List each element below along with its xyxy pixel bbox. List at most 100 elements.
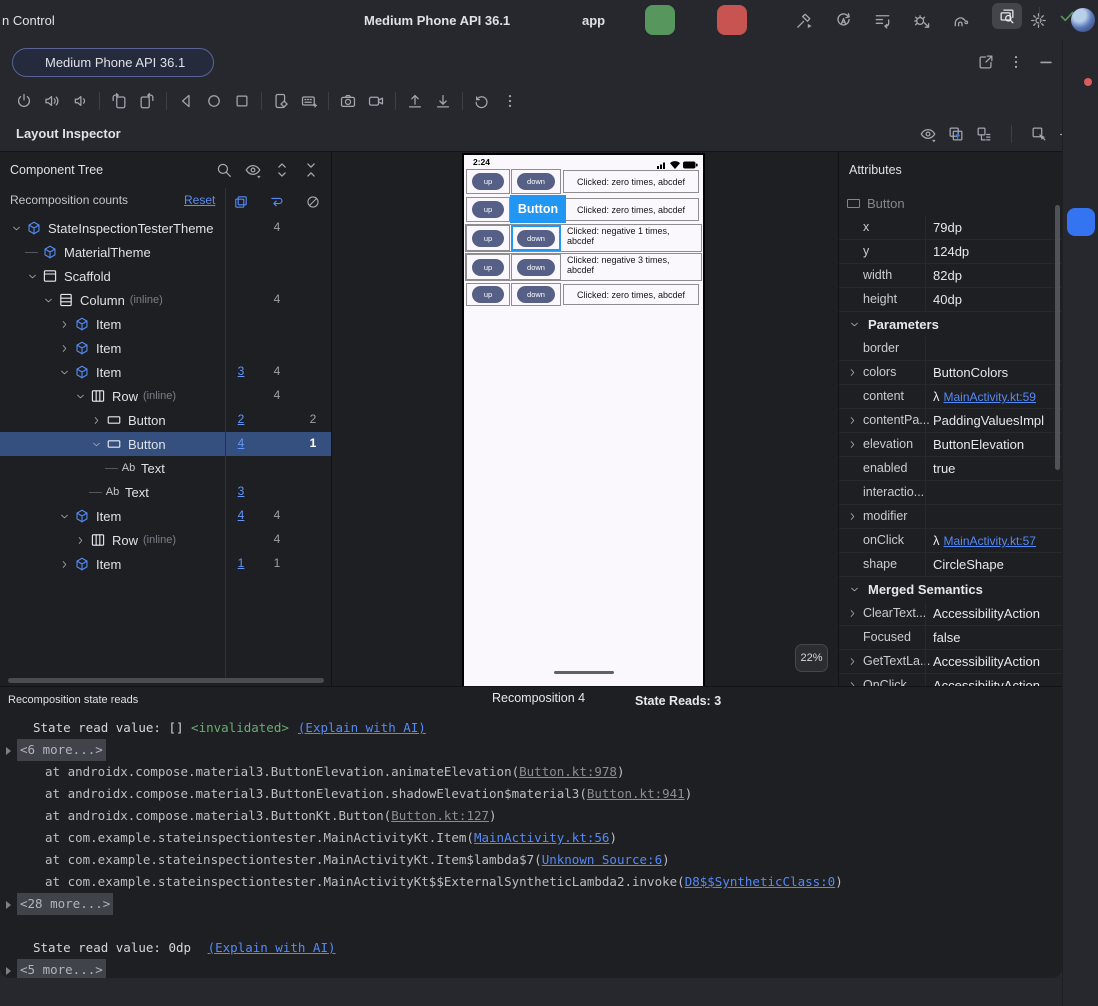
skips-icon[interactable] [303,192,323,212]
nav-home-icon[interactable] [204,91,224,111]
tree-node-text[interactable]: Ab Text 3 [0,480,331,504]
gradle-elephant-icon[interactable] [1070,128,1090,148]
attribute-row[interactable]: modifier [839,505,1062,529]
chevron-right-icon[interactable] [56,556,72,572]
screen-record-icon[interactable] [366,91,386,111]
attribute-row[interactable]: enabled true [839,457,1062,481]
recomposition-flow-icon[interactable] [267,192,287,212]
explain-with-ai-link[interactable]: (Explain with AI) [298,720,426,735]
tree-node-button[interactable]: Button 4 1 [0,432,331,456]
minimize-icon[interactable] [1036,52,1056,72]
device-tab[interactable]: Medium Phone API 36.1 [12,48,215,77]
ai-chat-icon[interactable] [1070,252,1090,272]
up-button[interactable]: up [472,258,504,276]
down-button[interactable]: down [517,258,555,276]
tree-horizontal-scrollbar[interactable] [8,678,324,683]
down-button[interactable]: down [517,229,555,247]
vcs-widget[interactable]: n Control [2,0,73,40]
attributes-section-header[interactable]: Parameters [839,312,1062,337]
source-location-link[interactable]: Unknown Source:6 [542,852,662,867]
attributes-section-header[interactable]: Merged Semantics [839,577,1062,602]
close-icon[interactable] [191,56,205,70]
rotate-left-icon[interactable] [109,91,129,111]
attribute-row[interactable]: content λ MainActivity.kt:59 [839,385,1062,409]
tree-node-item[interactable]: Item [0,312,331,336]
recomposition-count-link[interactable]: 3 [229,484,253,498]
recomposition-count-link[interactable]: 2 [229,412,253,426]
tree-node-item[interactable]: Item 3 4 [0,360,331,384]
visibility-eye-icon[interactable] [243,160,263,180]
export-snapshot-icon[interactable] [946,124,966,144]
device-selector[interactable]: Medium Phone API 36.1 [338,0,530,40]
chevron-right-icon[interactable] [72,532,88,548]
chevron-down-icon[interactable] [56,364,72,380]
tree-node-scaffold[interactable]: Scaffold [0,264,331,288]
attach-debugger-icon[interactable] [911,10,931,30]
recomposition-count-link[interactable]: 3 [229,364,253,378]
tree-node-row[interactable]: Row (inline) 4 [0,384,331,408]
up-button[interactable]: up [472,173,504,190]
tree-node-item[interactable]: Item [0,336,331,360]
kebab-icon[interactable] [1006,52,1026,72]
nav-back-icon[interactable] [176,91,196,111]
run-config-label[interactable]: app [582,13,605,28]
collapse-all-icon[interactable] [301,160,321,180]
stop-button[interactable] [717,5,748,35]
recomposition-counts-icon[interactable] [231,192,251,212]
attribute-row[interactable]: OnClick AccessibilityAction [839,674,1062,686]
up-button[interactable]: up [472,201,504,218]
chevron-down-icon[interactable] [72,388,88,404]
device-screen[interactable]: 2:24 up down Clicked: zero times, abcdef up… [462,153,705,686]
chevron-down-icon[interactable] [56,508,72,524]
source-location-link[interactable]: Button.kt:127 [391,808,489,823]
chevron-right-icon[interactable] [846,655,859,671]
download-file-icon[interactable] [433,91,453,111]
fold-toggle[interactable]: <28 more...> [17,893,114,915]
reset-counts-link[interactable]: Reset [184,193,215,207]
attribute-row[interactable]: elevation ButtonElevation [839,433,1062,457]
search-icon[interactable] [214,160,234,180]
fold-expander-icon[interactable] [6,967,11,975]
up-button[interactable]: up [472,229,504,247]
chevron-right-icon[interactable] [846,679,859,686]
fold-expander-icon[interactable] [6,901,11,909]
add-device-tab-icon[interactable] [224,53,244,73]
list-sync-icon[interactable] [872,10,892,30]
explain-with-ai-link[interactable]: (Explain with AI) [208,940,336,955]
apply-changes-icon[interactable] [833,10,853,30]
chevron-down-icon[interactable] [88,436,104,452]
notifications-button[interactable] [1070,78,1092,103]
attribute-row[interactable]: interactio... [839,481,1062,505]
debug-bug-icon[interactable] [681,5,711,35]
attribute-row[interactable]: colors ButtonColors [839,361,1062,385]
down-button[interactable]: down [517,173,555,190]
attribute-row[interactable]: y 124dp [839,240,1062,264]
chevron-right-icon[interactable] [56,316,72,332]
minimize-icon[interactable] [1026,691,1046,711]
source-location-link[interactable]: MainActivity.kt:57 [944,534,1036,548]
volume-down-icon[interactable] [70,91,90,111]
rotate-right-icon[interactable] [137,91,157,111]
chevron-down-icon[interactable] [40,292,56,308]
recomposition-count-link[interactable]: 1 [229,556,253,570]
chevron-right-icon[interactable] [846,607,859,623]
attribute-row[interactable]: height 40dp [839,288,1062,312]
attribute-row[interactable]: width 82dp [839,264,1062,288]
logcat-phone-icon[interactable] [1070,171,1090,191]
expand-all-icon[interactable] [272,160,292,180]
power-icon[interactable] [14,91,34,111]
snapshots-icon[interactable] [472,91,492,111]
attribute-row[interactable]: GetTextLa... AccessibilityAction [839,650,1062,674]
search-icon[interactable] [1032,160,1052,180]
chevron-right-icon[interactable] [846,438,859,454]
upload-file-icon[interactable] [405,91,425,111]
running-devices-button[interactable] [1067,208,1095,236]
previous-recomposition-icon[interactable] [468,691,482,705]
fold-expander-icon[interactable] [6,747,11,755]
zoom-level-badge[interactable]: 22% [795,644,828,672]
check-icon[interactable] [1057,6,1077,26]
fold-toggle[interactable]: <5 more...> [17,959,106,978]
tree-node-item[interactable]: Item 4 4 [0,504,331,528]
source-location-link[interactable]: Button.kt:978 [519,764,617,779]
select-component-icon[interactable] [1029,124,1049,144]
